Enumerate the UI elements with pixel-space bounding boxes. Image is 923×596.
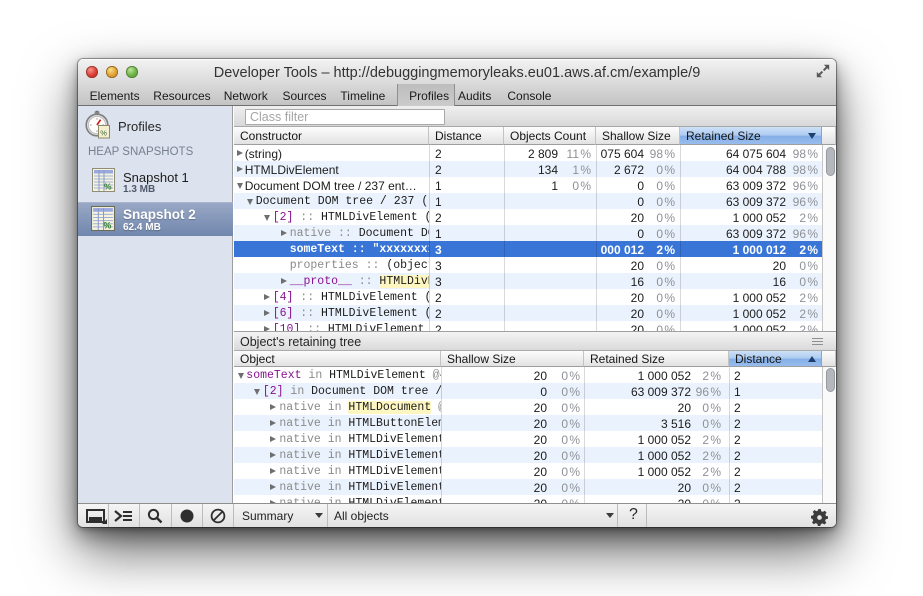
svg-text:%: % [104,182,112,192]
svg-text:%: % [100,129,107,138]
svg-text:%: % [104,220,112,230]
